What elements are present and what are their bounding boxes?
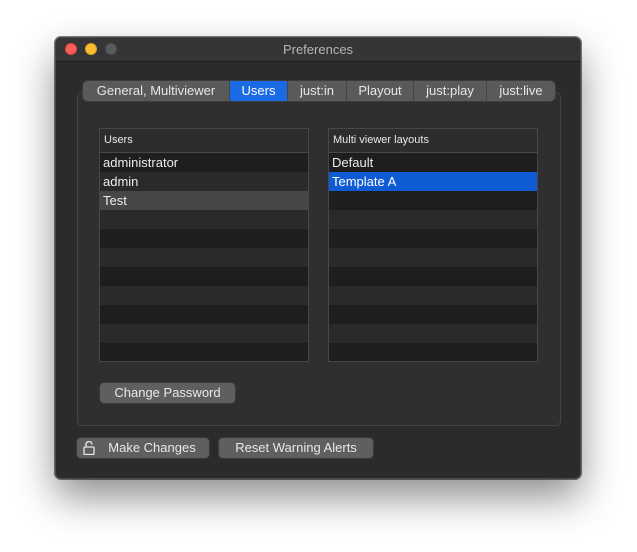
users-list-header[interactable]: Users xyxy=(100,129,308,153)
empty-row xyxy=(329,210,537,229)
tab-just-in[interactable]: just:in xyxy=(288,81,347,101)
layout-row-template-a[interactable]: Template A xyxy=(329,172,537,191)
layouts-list-header[interactable]: Multi viewer layouts xyxy=(329,129,537,153)
lock-open-icon xyxy=(83,441,95,455)
empty-row xyxy=(100,305,308,324)
empty-row xyxy=(329,229,537,248)
tab-just-live[interactable]: just:live xyxy=(487,81,555,101)
user-row-admin[interactable]: admin xyxy=(100,172,308,191)
empty-row xyxy=(329,248,537,267)
empty-row xyxy=(100,248,308,267)
tab-just-play[interactable]: just:play xyxy=(414,81,487,101)
title-bar[interactable]: Preferences xyxy=(56,38,580,62)
make-changes-label: Make Changes xyxy=(108,440,196,455)
tab-general-multiviewer[interactable]: General, Multiviewer xyxy=(83,81,230,101)
tab-users[interactable]: Users xyxy=(230,81,288,101)
empty-row xyxy=(100,343,308,361)
empty-row xyxy=(100,229,308,248)
empty-row xyxy=(329,305,537,324)
make-changes-button[interactable]: Make Changes xyxy=(77,438,209,458)
empty-row xyxy=(100,286,308,305)
window-title: Preferences xyxy=(282,42,354,57)
empty-row xyxy=(329,324,537,343)
change-password-button[interactable]: Change Password xyxy=(100,383,235,403)
empty-row xyxy=(329,286,537,305)
empty-row xyxy=(100,210,308,229)
empty-row xyxy=(329,267,537,286)
preferences-window: Preferences General, Multiviewer Users j… xyxy=(55,37,581,479)
empty-row xyxy=(100,324,308,343)
reset-warning-alerts-button[interactable]: Reset Warning Alerts xyxy=(219,438,373,458)
user-row-test[interactable]: Test xyxy=(100,191,308,210)
tab-playout[interactable]: Playout xyxy=(347,81,414,101)
empty-row xyxy=(100,267,308,286)
layout-row-default[interactable]: Default xyxy=(329,153,537,172)
user-row-administrator[interactable]: administrator xyxy=(100,153,308,172)
multiviewer-layouts-list[interactable]: Multi viewer layouts Default Template A xyxy=(328,128,538,362)
users-list[interactable]: Users administrator admin Test xyxy=(99,128,309,362)
tab-bar: General, Multiviewer Users just:in Playo… xyxy=(83,81,555,101)
empty-row xyxy=(329,343,537,361)
empty-row xyxy=(329,191,537,210)
